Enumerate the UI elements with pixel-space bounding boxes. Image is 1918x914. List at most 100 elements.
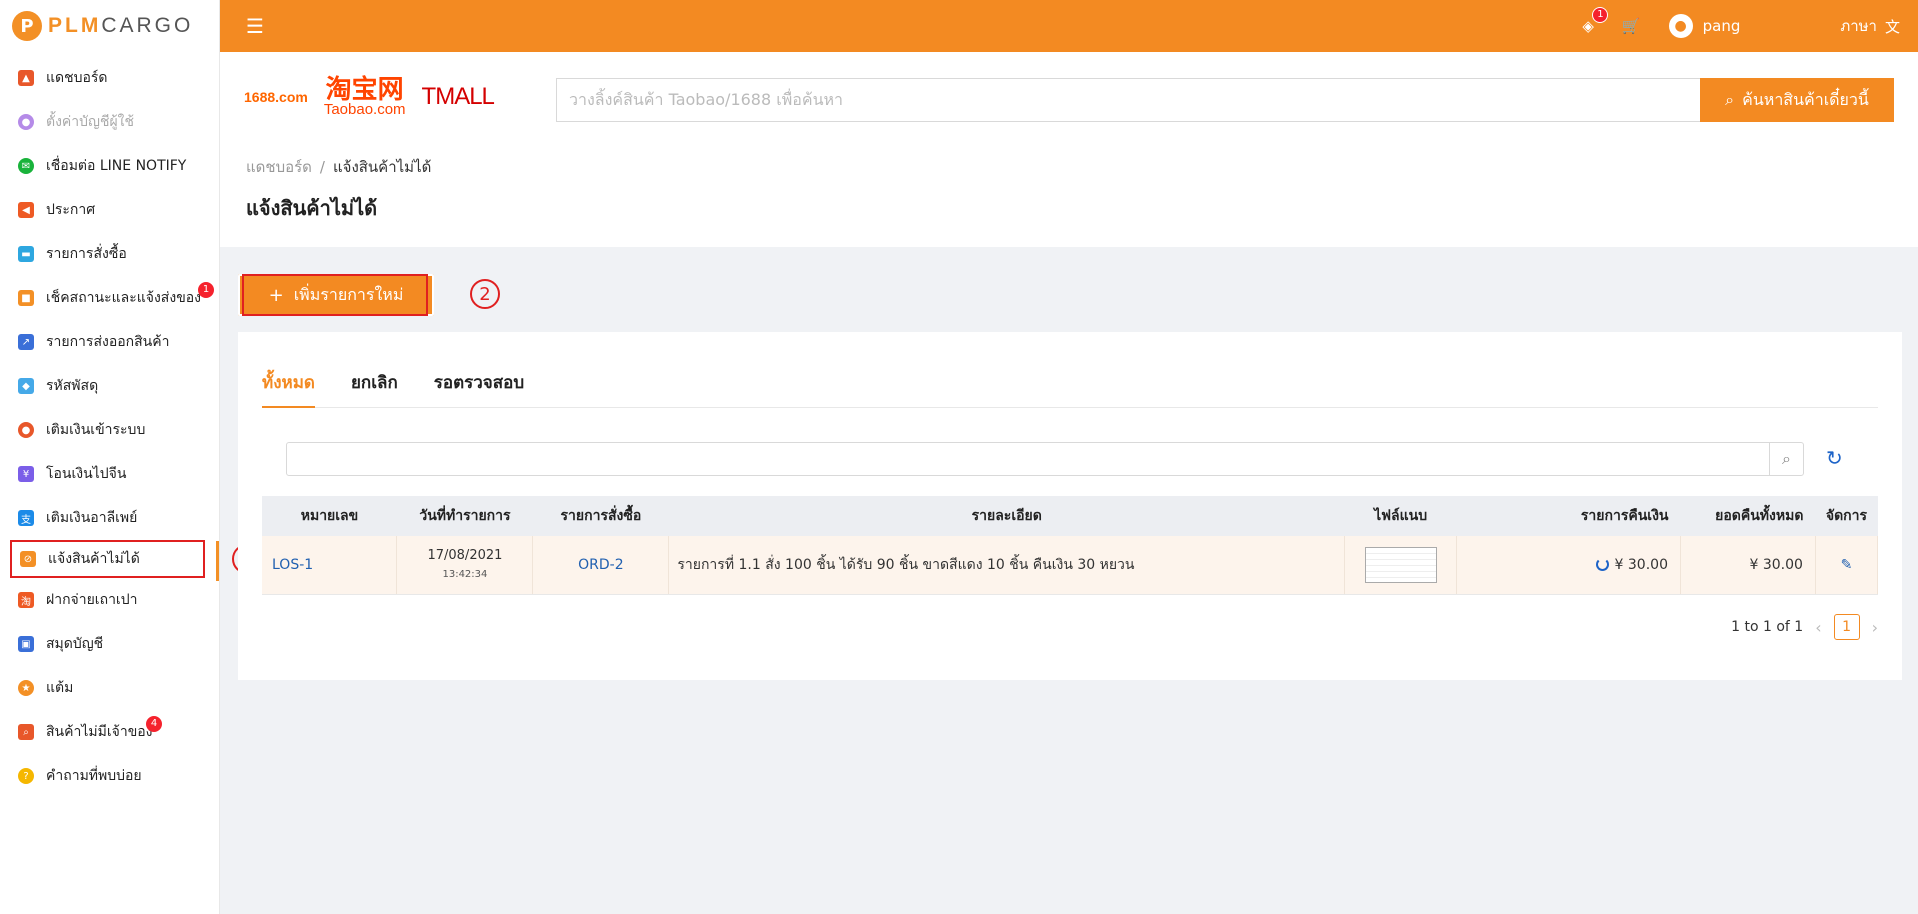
- cell-order: ORD-2: [532, 536, 670, 595]
- sidebar-item-line-notify[interactable]: ✉ เชื่อมต่อ LINE NOTIFY: [0, 144, 219, 188]
- sidebar-item-alipay[interactable]: 支เติมเงินอาลีเพย์: [0, 496, 219, 540]
- layers-button[interactable]: ◈ 1: [1582, 7, 1609, 35]
- filter-input[interactable]: ⌕: [286, 442, 1804, 476]
- language-switch[interactable]: ภาษา 文: [1840, 14, 1900, 38]
- layers-icon: ◈: [1582, 17, 1594, 35]
- search-header: 1688.com 淘宝网 Taobao.com TMALL วางลิ้งค์ส…: [220, 52, 1918, 247]
- col-actions: จัดการ: [1815, 496, 1878, 536]
- col-order: รายการสั่งซื้อ: [532, 496, 669, 536]
- no-package-icon: ⊘: [20, 551, 36, 567]
- sidebar-item-faq[interactable]: ? คำถามที่พบบ่อย: [0, 754, 219, 798]
- cart-icon[interactable]: 🛒: [1622, 17, 1641, 35]
- attachment-thumbnail[interactable]: [1364, 546, 1437, 583]
- cell-id: LOS-1: [262, 536, 398, 595]
- edit-icon[interactable]: ✎: [1841, 557, 1853, 573]
- cell-detail: รายการที่ 1.1 สั่ง 100 ชิ้น ได้รับ 90 ชิ…: [668, 536, 1346, 595]
- sidebar-item-unclaimed[interactable]: ⌕ สินค้าไม่มีเจ้าของ 4: [0, 710, 219, 754]
- col-number: หมายเลข: [262, 496, 397, 536]
- user-settings-icon: ●: [18, 114, 34, 130]
- brand-mark: P: [12, 11, 42, 41]
- username: pang: [1702, 17, 1741, 35]
- order-link[interactable]: ORD-2: [578, 557, 624, 573]
- status-badge: 1: [198, 282, 214, 298]
- medal-icon: ★: [18, 680, 34, 696]
- translate-icon: 文: [1884, 17, 1900, 36]
- page-number[interactable]: 1: [1833, 614, 1860, 640]
- wallet-icon: ▣: [18, 636, 34, 652]
- megaphone-icon: ◀: [18, 202, 34, 218]
- chart-icon: ▲: [18, 70, 34, 86]
- brand-name: PLMCARGO: [48, 14, 194, 37]
- truck-icon: ■: [18, 290, 34, 306]
- content-card: ทั้งหมด ยกเลิก รอตรวจสอบ ⌕ ↻ หมายเลข วัน…: [238, 332, 1902, 680]
- sidebar-item-transfer-china[interactable]: ¥ โอนเงินไปจีน: [0, 452, 219, 496]
- sidebar-item-taobao-pay[interactable]: 淘ฝากจ่ายเถาเปา: [0, 578, 219, 622]
- annotation-2: 2: [470, 279, 500, 309]
- tab-pending[interactable]: รอตรวจสอบ: [434, 368, 524, 408]
- piggy-bank-icon: ●: [18, 422, 34, 438]
- table-row: LOS-1 17/08/2021 13:42:34 ORD-2 รายการที…: [262, 536, 1879, 595]
- claim-date: 17/08/2021: [427, 547, 503, 563]
- loading-spinner-icon: [1595, 558, 1609, 572]
- brand-logo[interactable]: P PLMCARGO: [0, 0, 219, 52]
- sidebar-item-topup[interactable]: ● เติมเงินเข้าระบบ: [0, 408, 219, 452]
- layers-badge: 1: [1592, 7, 1609, 23]
- line-icon: ✉: [18, 158, 34, 174]
- logo-taobao[interactable]: 淘宝网 Taobao.com: [324, 76, 406, 117]
- menu-toggle-icon[interactable]: ☰: [246, 14, 264, 38]
- cart-icon: ↗: [18, 334, 34, 350]
- sidebar-item-orders[interactable]: ▬ รายการสั่งซื้อ: [0, 232, 219, 276]
- col-total: ยอดคืนทั้งหมด: [1680, 496, 1816, 536]
- marketplace-logos: 1688.com 淘宝网 Taobao.com TMALL: [244, 76, 495, 117]
- cell-actions: ✎: [1815, 536, 1879, 595]
- breadcrumb-current: แจ้งสินค้าไม่ได้: [332, 158, 432, 176]
- claim-time: 13:42:34: [442, 568, 488, 580]
- logo-tmall[interactable]: TMALL: [422, 84, 495, 109]
- topbar-right: ◈ 1 🛒 ● pang ภาษา 文: [1582, 0, 1900, 52]
- tab-cancelled[interactable]: ยกเลิก: [351, 368, 398, 408]
- search-input[interactable]: วางลิ้งค์สินค้า Taobao/1688 เพื่อค้นหา: [556, 78, 1702, 122]
- breadcrumb-root[interactable]: แดชบอร์ด: [246, 158, 312, 176]
- sidebar-item-points[interactable]: ★ แต้ม: [0, 666, 219, 710]
- breadcrumb: แดชบอร์ด / แจ้งสินค้าไม่ได้: [246, 155, 431, 179]
- yuan-icon: ¥: [18, 466, 34, 482]
- status-badge: 4: [146, 716, 162, 732]
- col-refund: รายการคืนเงิน: [1456, 496, 1681, 536]
- claims-table: หมายเลข วันที่ทำรายการ รายการสั่งซื้อ รา…: [262, 496, 1879, 595]
- sidebar-item-check-status[interactable]: ■ เช็คสถานะและแจ้งส่งของ 1: [0, 276, 219, 320]
- refresh-icon[interactable]: ↻: [1826, 446, 1843, 470]
- prev-page-icon[interactable]: ‹: [1815, 618, 1821, 637]
- topbar: ☰ ◈ 1 🛒 ● pang ภาษา 文: [220, 0, 1918, 52]
- claim-id-link[interactable]: LOS-1: [272, 557, 313, 573]
- sidebar-item-announcement[interactable]: ◀ ประกาศ: [0, 188, 219, 232]
- search-box-icon: ⌕: [18, 724, 34, 740]
- sidebar-item-account-settings[interactable]: ● ตั้งค่าบัญชีผู้ใช้: [0, 100, 219, 144]
- cell-refund: ¥ 30.00: [1456, 536, 1681, 595]
- cell-total: ¥ 30.00: [1680, 536, 1816, 595]
- logo-1688[interactable]: 1688.com: [244, 89, 308, 105]
- sidebar-item-account-book[interactable]: ▣ สมุดบัญชี: [0, 622, 219, 666]
- language-label: ภาษา: [1840, 17, 1877, 35]
- table-header-row: หมายเลข วันที่ทำรายการ รายการสั่งซื้อ รา…: [262, 496, 1878, 536]
- tab-all[interactable]: ทั้งหมด: [262, 368, 315, 408]
- col-detail: รายละเอียด: [668, 496, 1345, 536]
- sidebar-item-parcel-code[interactable]: ◆ รหัสพัสดุ: [0, 364, 219, 408]
- add-new-button[interactable]: + เพิ่มรายการใหม่: [238, 274, 434, 316]
- cell-attachment: [1344, 536, 1458, 595]
- breadcrumb-separator: /: [319, 158, 325, 176]
- sidebar-nav: ▲ แดชบอร์ด ● ตั้งค่าบัญชีผู้ใช้ ✉ เชื่อมต่อ…: [0, 56, 219, 798]
- sidebar-item-report-missing[interactable]: ⊘ แจ้งสินค้าไม่ได้: [10, 540, 205, 578]
- pagination-summary: 1 to 1 of 1: [1731, 619, 1804, 635]
- sidebar-item-dashboard[interactable]: ▲ แดชบอร์ด: [0, 56, 219, 100]
- search-icon[interactable]: ⌕: [1769, 443, 1803, 475]
- search-button[interactable]: ⌕ ค้นหาสินค้าเดี๋ยวนี้: [1700, 78, 1894, 122]
- sidebar-item-exports[interactable]: ↗ รายการส่งออกสินค้า: [0, 320, 219, 364]
- user-menu[interactable]: ● pang: [1668, 14, 1741, 38]
- basket-icon: ▬: [18, 246, 34, 262]
- next-page-icon[interactable]: ›: [1872, 618, 1878, 637]
- avatar: ●: [1668, 14, 1693, 38]
- box-icon: ◆: [18, 378, 34, 394]
- tab-bar: ทั้งหมด ยกเลิก รอตรวจสอบ: [262, 368, 1878, 408]
- col-date: วันที่ทำรายการ: [396, 496, 533, 536]
- taobao-icon: 淘: [18, 592, 34, 608]
